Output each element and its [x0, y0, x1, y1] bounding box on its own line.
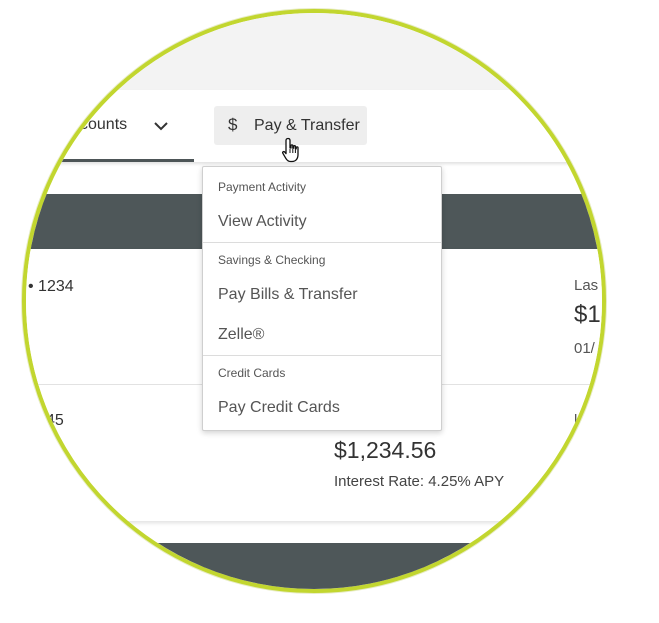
account-row-2-number[interactable]: 45	[46, 412, 64, 430]
pay-transfer-label: Pay & Transfer	[254, 117, 360, 134]
nav-accounts-tab[interactable]: ccounts	[26, 90, 194, 162]
dollar-icon: $	[228, 115, 238, 134]
nav-accounts-label: ccounts	[72, 116, 128, 133]
menu-divider	[203, 355, 441, 356]
account-row-1-right-label: Las	[574, 277, 599, 294]
footer-band	[26, 543, 602, 589]
menu-divider	[203, 242, 441, 243]
zoomed-view: ccounts $ Pay & Transfer • 1234 Las $1 0…	[26, 13, 602, 589]
main-nav: ccounts $ Pay & Transfer	[26, 90, 602, 162]
account-row-2-right-label: l	[574, 412, 578, 429]
account-row-1-right-date: 01/	[574, 340, 595, 357]
account-row-1-right-amount: $1	[574, 301, 601, 328]
menu-heading-credit-cards: Credit Cards	[218, 366, 286, 380]
menu-heading-payment-activity: Payment Activity	[218, 180, 307, 194]
menu-item-pay-credit-cards[interactable]: Pay Credit Cards	[218, 399, 340, 417]
account-row-2-interest: Interest Rate: 4.25% APY	[334, 473, 505, 490]
hand-cursor-icon	[281, 137, 303, 163]
magnifier-lens: ccounts $ Pay & Transfer • 1234 Las $1 0…	[22, 9, 606, 593]
menu-item-view-activity[interactable]: View Activity	[218, 213, 307, 231]
account-row-2-balance: $1,234.56	[334, 437, 437, 463]
menu-item-pay-bills-transfer[interactable]: Pay Bills & Transfer	[218, 286, 358, 304]
top-bar	[26, 13, 602, 90]
chevron-down-icon	[152, 117, 170, 135]
menu-item-zelle[interactable]: Zelle®	[218, 326, 264, 344]
account-row-1-number[interactable]: • 1234	[28, 278, 74, 296]
pay-transfer-menu: Payment Activity View Activity Savings &…	[202, 166, 442, 431]
menu-heading-savings-checking: Savings & Checking	[218, 253, 326, 267]
